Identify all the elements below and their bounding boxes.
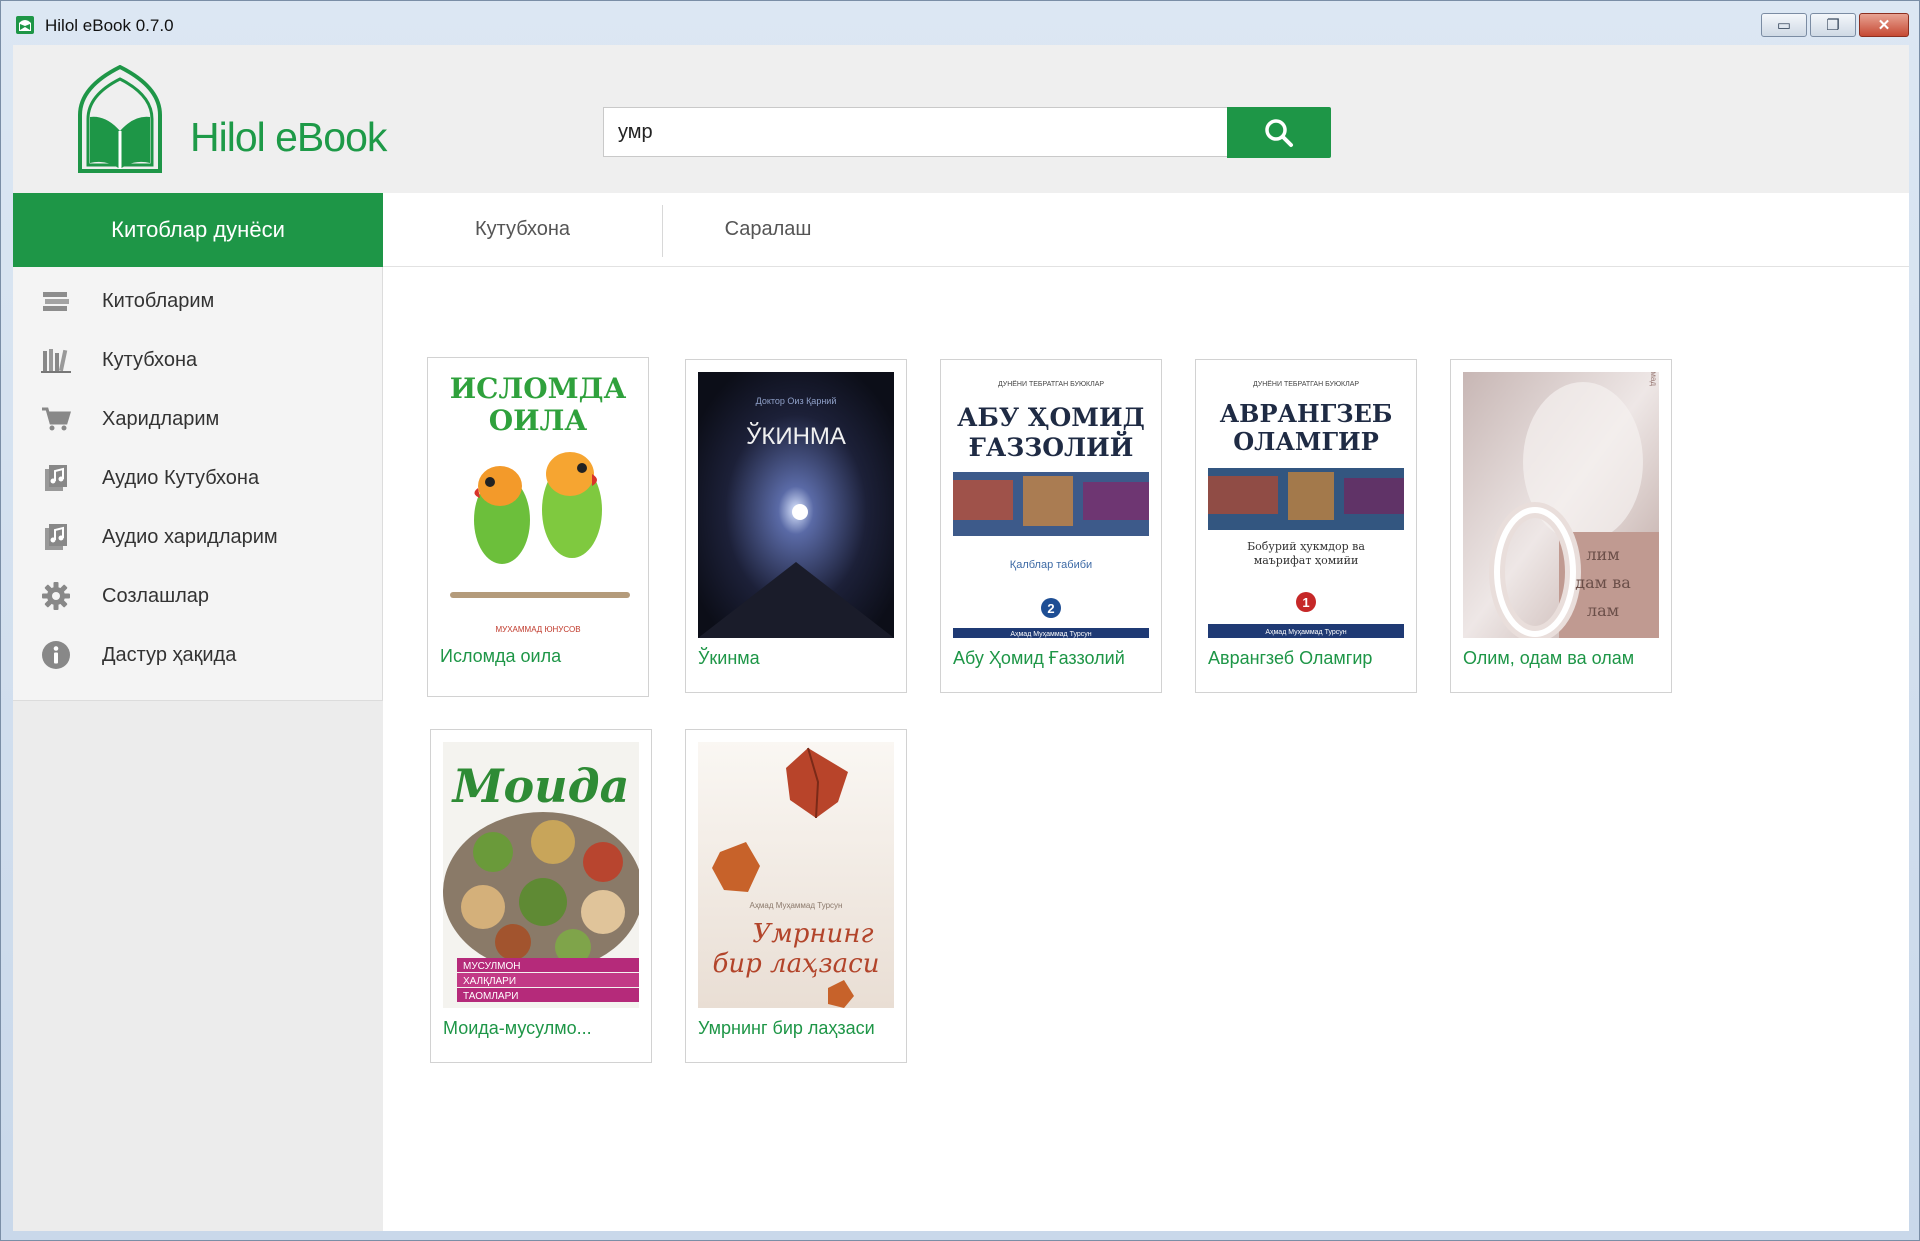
sidebar-item-purchases[interactable]: Харидларим: [13, 391, 381, 447]
book-title[interactable]: Ўкинма: [698, 648, 760, 669]
client-area: Hilol eBook Китоблар дунёси Китобларим: [13, 45, 1909, 1231]
cover-series: ДУНЁНИ ТЕБРАТГАН БУЮКЛАР: [1253, 380, 1359, 388]
audio-purchases-icon: [41, 522, 71, 552]
app-logo-icon: [16, 16, 34, 34]
book-card[interactable]: Моида МУСУЛМОН ХАЛҚЛАРИ ТАОМЛАРИ Моида-м…: [430, 729, 652, 1063]
sidebar-item-about[interactable]: Дастур ҳақида: [13, 627, 381, 683]
books-stack-icon: [41, 286, 71, 316]
app-header: Hilol eBook: [13, 45, 1909, 193]
restore-icon: ❐: [1826, 17, 1840, 34]
sidebar-item-label: Дастур ҳақида: [102, 643, 237, 666]
minimize-button[interactable]: ▭: [1761, 13, 1807, 37]
cover-volume-number: 2: [1047, 601, 1054, 616]
cover-title-line: Моида: [451, 759, 630, 813]
book-title[interactable]: Моида-мусулмо...: [443, 1018, 592, 1039]
book-cover-image[interactable]: Доктор Оиз Қарний ЎКИНМА: [698, 372, 894, 638]
cover-author: Аҳмад Муҳаммад Турсун: [1010, 631, 1091, 638]
cover-title-line: АБУ ҲОМИД: [957, 403, 1145, 432]
book-card[interactable]: Аҳмад Муҳаммад Турсун Умрнинг бир лаҳзас…: [685, 729, 907, 1063]
cover-author: Аҳмад Муҳаммад Турсун: [750, 901, 843, 910]
cover-title-line: ЎКИНМА: [746, 422, 846, 450]
book-title[interactable]: Олим, одам ва олам: [1463, 648, 1634, 669]
sidebar-item-label: Харидларим: [102, 407, 220, 430]
cover-subtitle: Қалблар табиби: [1010, 559, 1092, 571]
cover-subtitle-line: ТАОМЛАРИ: [463, 991, 518, 1002]
sidebar-item-label: Аудио харидларим: [102, 525, 278, 548]
book-title[interactable]: Аврангзеб Оламгир: [1208, 648, 1372, 669]
close-button[interactable]: ✕: [1859, 13, 1909, 37]
sidebar-menu: Китобларим Кутубхона Харидларим Аудио Ку…: [13, 267, 383, 701]
cover-title-line: АВРАНГЗЕБ: [1220, 399, 1393, 428]
sidebar-heading[interactable]: Китоблар дунёси: [13, 193, 383, 267]
book-cover-image[interactable]: Мухаммад Аҳмад лим дам ва лам: [1463, 372, 1659, 638]
window-title: Hilol eBook 0.7.0: [45, 16, 174, 35]
search-button[interactable]: [1227, 107, 1331, 158]
hilol-logo-icon: [78, 65, 162, 173]
book-card[interactable]: ИСЛОМДА ОИЛА МУХАММАД ЮНУСОВ Исломда оил…: [427, 357, 649, 697]
book-card[interactable]: Мухаммад Аҳмад лим дам ва лам Олим, одам…: [1450, 359, 1672, 693]
main-content: Кутубхона Саралаш ИСЛОМДА ОИЛА МУХАММАД …: [383, 193, 1909, 1231]
title-bar[interactable]: Hilol eBook 0.7.0 ▭ ❐ ✕: [1, 1, 1919, 45]
minimize-icon: ▭: [1776, 17, 1792, 34]
restore-button[interactable]: ❐: [1810, 13, 1856, 37]
tab-bar: Кутубхона Саралаш: [383, 193, 1909, 267]
window-controls: ▭ ❐ ✕: [1758, 13, 1909, 37]
library-icon: [41, 345, 71, 375]
book-cover-image[interactable]: ДУНЁНИ ТЕБРАТГАН БУЮКЛАР АБУ ҲОМИД ҒАЗЗО…: [953, 372, 1149, 638]
app-window: Hilol eBook 0.7.0 ▭ ❐ ✕ Hilol eBook умр …: [0, 0, 1920, 1241]
book-card[interactable]: Доктор Оиз Қарний ЎКИНМА Ўкинма: [685, 359, 907, 693]
tab-sort[interactable]: Саралаш: [663, 193, 873, 266]
gear-icon: [41, 581, 71, 611]
audio-library-icon: [41, 463, 71, 493]
cover-title-line: Умрнинг: [752, 919, 873, 949]
sidebar: Китоблар дунёси Китобларим Кутубхона Хар…: [13, 193, 383, 1231]
search-icon: [1265, 118, 1293, 147]
cover-author: Мухаммад Аҳмад: [1649, 372, 1658, 386]
tab-library[interactable]: Кутубхона: [383, 193, 662, 266]
cover-title-line: ОЛАМГИР: [1233, 427, 1379, 456]
book-cover-image[interactable]: Моида МУСУЛМОН ХАЛҚЛАРИ ТАОМЛАРИ: [443, 742, 639, 1008]
cover-author: МУХАММАД ЮНУСОВ: [495, 625, 580, 634]
sidebar-item-label: Созлашлар: [102, 584, 210, 607]
cover-title-line: ОИЛА: [489, 404, 588, 437]
search-box: [603, 107, 1241, 157]
sidebar-item-library[interactable]: Кутубхона: [13, 332, 381, 388]
book-cover-image[interactable]: Аҳмад Муҳаммад Турсун Умрнинг бир лаҳзас…: [698, 742, 894, 1008]
info-icon: [41, 640, 71, 670]
cover-author: Доктор Оиз Қарний: [756, 396, 837, 406]
sidebar-item-my-books[interactable]: Китобларим: [13, 273, 381, 329]
cover-title-line: ИСЛОМДА: [450, 372, 627, 405]
sidebar-item-label: Аудио Кутубхона: [102, 466, 260, 489]
sidebar-item-label: Китобларим: [102, 289, 215, 312]
search-input[interactable]: [604, 108, 1240, 156]
book-cover-image[interactable]: ИСЛОМДА ОИЛА МУХАММАД ЮНУСОВ: [440, 370, 636, 636]
cover-subtitle: Бобурий ҳукмдор ва маърифат ҳомийи: [1247, 540, 1365, 567]
book-card[interactable]: ДУНЁНИ ТЕБРАТГАН БУЮКЛАР АВРАНГЗЕБ ОЛАМГ…: [1195, 359, 1417, 693]
sidebar-item-settings[interactable]: Созлашлар: [13, 568, 381, 624]
book-title[interactable]: Умрнинг бир лаҳзаси: [698, 1018, 875, 1039]
cover-author: Аҳмад Муҳаммад Турсун: [1265, 629, 1346, 636]
book-title[interactable]: Исломда оила: [440, 646, 561, 667]
cover-title-line: бир лаҳзаси: [713, 949, 880, 979]
book-title[interactable]: Абу Ҳомид Ғаззолий: [953, 648, 1125, 669]
cover-title-line: лим: [1586, 545, 1619, 564]
cover-volume-number: 1: [1302, 595, 1309, 610]
book-cover-image[interactable]: ДУНЁНИ ТЕБРАТГАН БУЮКЛАР АВРАНГЗЕБ ОЛАМГ…: [1208, 372, 1404, 638]
cover-subtitle-line: ХАЛҚЛАРИ: [463, 976, 516, 987]
cover-title-line: лам: [1587, 601, 1619, 620]
sidebar-item-audio-library[interactable]: Аудио Кутубхона: [13, 450, 381, 506]
cover-title-line: дам ва: [1575, 573, 1631, 592]
cart-icon: [41, 404, 71, 434]
sidebar-item-label: Кутубхона: [102, 348, 198, 371]
sidebar-empty-area: [13, 701, 383, 1231]
cover-title-line: ҒАЗЗОЛИЙ: [969, 431, 1134, 462]
book-card[interactable]: ДУНЁНИ ТЕБРАТГАН БУЮКЛАР АБУ ҲОМИД ҒАЗЗО…: [940, 359, 1162, 693]
sidebar-item-audio-purchases[interactable]: Аудио харидларим: [13, 509, 381, 565]
logo-text: Hilol eBook: [190, 114, 387, 160]
cover-subtitle-line: МУСУЛМОН: [463, 961, 521, 972]
cover-series: ДУНЁНИ ТЕБРАТГАН БУЮКЛАР: [998, 380, 1104, 388]
close-icon: ✕: [1877, 17, 1891, 34]
